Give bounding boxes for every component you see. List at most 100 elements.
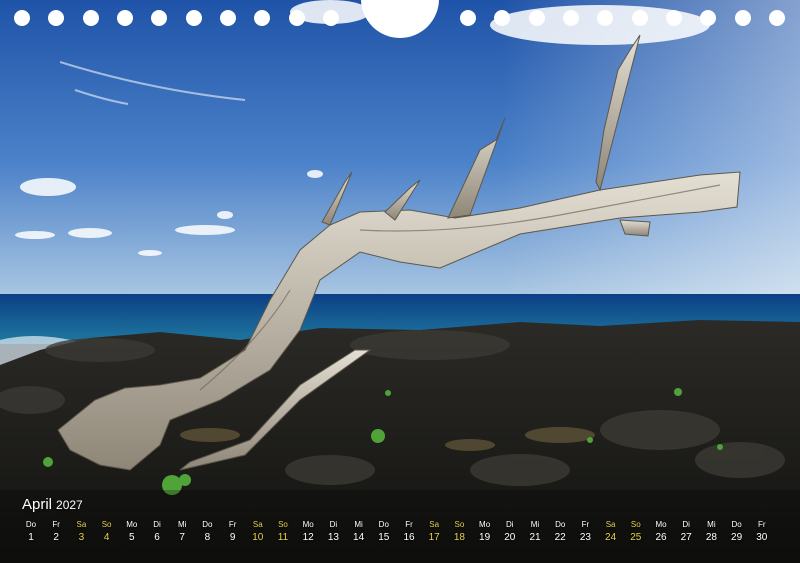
day-number: 1	[28, 532, 34, 543]
weekday-label: Do	[202, 520, 213, 529]
weekday-label: So	[278, 520, 288, 529]
day-number: 8	[204, 532, 211, 543]
weekday-label: Fr	[228, 520, 237, 529]
calendar-day: Mi 14	[346, 519, 372, 546]
weekday-label: Mo	[302, 520, 314, 529]
binding-hole	[151, 10, 167, 26]
calendar-day: Mi 21	[522, 519, 548, 546]
day-number: 15	[378, 532, 390, 543]
calendar-day: Mi 28	[698, 519, 724, 546]
weekday-label: Fr	[581, 520, 590, 529]
day-number: 9	[229, 532, 236, 543]
day-number: 6	[154, 532, 160, 543]
calendar-day: Do 29	[724, 519, 750, 546]
binding-hole	[700, 10, 716, 26]
weekday-label: Mo	[655, 520, 667, 529]
day-number: 17	[428, 532, 440, 543]
calendar-day: Fr 9	[220, 519, 246, 546]
binding-hole	[460, 10, 476, 26]
month-title: April 2027	[22, 496, 83, 513]
calendar-day: So 18	[446, 519, 472, 546]
calendar-day: Fr 30	[749, 519, 775, 546]
binding-hole	[494, 10, 510, 26]
calendar-day: Fr 2	[43, 519, 69, 546]
day-number: 7	[179, 532, 185, 543]
calendar-day: Di 27	[673, 519, 699, 546]
day-number: 20	[504, 532, 516, 543]
calendar-day: So 4	[94, 519, 120, 546]
binding-hole	[597, 10, 613, 26]
binding-hole	[48, 10, 64, 26]
day-number: 12	[302, 532, 314, 543]
binding-hole	[666, 10, 682, 26]
calendar-day: Di 6	[144, 519, 170, 546]
month-year: 2027	[56, 498, 83, 512]
weekday-label: Mi	[530, 520, 540, 529]
binding-hole	[186, 10, 202, 26]
weekday-label: Di	[506, 520, 514, 529]
day-number: 14	[353, 532, 365, 543]
binding-hole	[289, 10, 305, 26]
day-number: 29	[731, 532, 743, 543]
weekday-label: So	[630, 520, 641, 529]
calendar-day: Sa 24	[598, 519, 624, 546]
day-number: 25	[630, 532, 642, 543]
calendar-day: Do 8	[194, 519, 220, 546]
calendar-day: Mo 26	[648, 519, 674, 546]
calendar-day: Mi 7	[169, 519, 195, 546]
day-number: 13	[327, 532, 339, 543]
day-number: 18	[453, 532, 465, 543]
binding-hole	[83, 10, 99, 26]
weekday-label: Sa	[252, 520, 263, 529]
day-number: 27	[680, 532, 692, 543]
day-number: 30	[756, 532, 768, 543]
weekday-label: Sa	[605, 520, 616, 529]
weekday-label: Mi	[177, 520, 187, 529]
weekday-label: Fr	[758, 520, 766, 529]
day-number: 24	[605, 532, 617, 543]
day-number: 2	[53, 532, 59, 543]
calendar-day: Sa 10	[245, 519, 271, 546]
binding-hole	[117, 10, 133, 26]
weekday-label: Do	[555, 520, 566, 529]
weekday-label: Mo	[126, 520, 138, 529]
calendar-day: So 11	[270, 519, 296, 546]
weekday-label: Mo	[479, 520, 491, 529]
day-number: 5	[129, 532, 135, 543]
calendar-day: So 25	[623, 519, 649, 546]
weekday-label: Di	[682, 520, 690, 529]
calendar-day: Fr 16	[396, 519, 422, 546]
calendar-day: Mo 12	[295, 519, 321, 546]
day-number: 21	[529, 532, 541, 543]
landscape-photo	[0, 0, 800, 563]
calendar-day: Fr 23	[572, 519, 598, 546]
weekday-label: Sa	[76, 520, 87, 529]
day-number: 23	[579, 532, 591, 543]
weekday-label: Fr	[405, 520, 413, 529]
weekday-label: Do	[25, 520, 37, 529]
calendar-day: Do 22	[547, 519, 573, 546]
binding-hole	[769, 10, 785, 26]
weekday-label: Di	[153, 520, 161, 529]
month-name: April	[22, 496, 53, 513]
binding-hole	[529, 10, 545, 26]
binding-holes	[0, 0, 800, 40]
calendar-strip: Do 1 Fr 2 Sa 3 So 4 Mo 5 Di 6 Mi 7 Do 8 Fr 9 Sa 10 So 11 Mo 12 D…	[18, 519, 782, 553]
weekday-label: Sa	[429, 520, 440, 529]
binding-hole	[14, 10, 30, 26]
weekday-label: Mi	[354, 520, 363, 529]
calendar-day: Mo 19	[472, 519, 498, 546]
binding-hole	[254, 10, 270, 26]
day-number: 19	[479, 532, 491, 543]
day-number: 10	[252, 532, 264, 543]
calendar-day: Mo 5	[119, 519, 145, 546]
day-number: 28	[705, 532, 717, 543]
weekday-label: Do	[731, 520, 742, 529]
weekday-label: So	[101, 520, 112, 529]
day-number: 11	[277, 532, 289, 543]
binding-hole	[563, 10, 579, 26]
weekday-label: Do	[378, 520, 389, 529]
binding-hole	[632, 10, 648, 26]
binding-hole	[220, 10, 236, 26]
binding-hole	[735, 10, 751, 26]
